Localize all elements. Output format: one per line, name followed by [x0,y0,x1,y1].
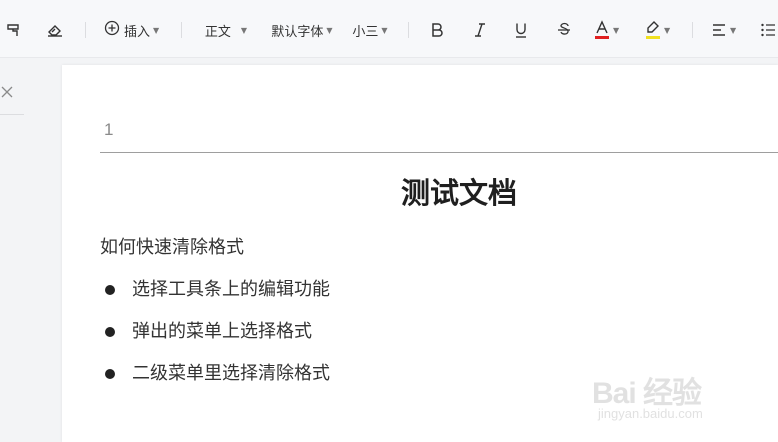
toolbar: 插入 ▼ 正文 ▼ 默认字体 ▼ 小三 ▼ ▼ ▼ ▼ [0,0,778,58]
chevron-down-icon: ▼ [153,25,160,35]
watermark-url: jingyan.baidu.com [598,406,703,421]
bullet-dot [105,369,115,379]
eraser-icon [46,22,64,38]
strikethrough-button[interactable] [553,16,575,44]
chevron-down-icon: ▼ [240,25,248,35]
panel-divider [0,114,24,115]
toolbar-separator [692,22,693,38]
highlight-button[interactable]: ▼ [645,16,679,44]
chevron-down-icon: ▼ [613,25,620,35]
paragraph-style-select[interactable]: 正文 ▼ [198,16,254,44]
toolbar-separator [181,22,182,38]
bullet-dot [105,327,115,337]
list-item-text: 二级菜单里选择清除格式 [132,363,330,384]
plus-circle-icon [104,20,120,40]
align-button[interactable]: ▼ [711,16,745,44]
underline-icon [514,22,528,38]
list-icon [760,22,776,38]
italic-button[interactable] [469,16,491,44]
document-paragraph: 如何快速清除格式 [100,237,244,258]
align-left-icon [711,22,727,38]
side-panel [0,58,24,442]
bold-icon [430,22,444,38]
underline-button[interactable] [510,16,532,44]
clear-format-button[interactable] [44,16,66,44]
page-number: 1 [104,120,114,139]
list-item-text: 弹出的菜单上选择格式 [132,321,312,342]
bullet-dot [105,285,115,295]
toolbar-separator [85,22,86,38]
toolbar-separator [408,22,409,38]
highlight-icon [645,20,661,40]
list-item-text: 选择工具条上的编辑功能 [132,279,330,300]
document-title: 测试文档 [400,176,517,210]
format-painter-icon [5,22,21,38]
font-color-icon [594,20,610,40]
font-family-label: 默认字体 [271,24,324,40]
paragraph-style-label: 正文 [204,24,231,40]
list-button[interactable] [760,16,778,44]
chevron-down-icon: ▼ [730,25,737,35]
font-size-label: 小三 [352,24,379,40]
bold-button[interactable] [426,16,448,44]
header-divider [100,152,778,153]
insert-label: 插入 [124,24,151,40]
italic-icon [473,22,487,38]
chevron-down-icon: ▼ [664,25,671,35]
font-color-button[interactable]: ▼ [594,16,628,44]
close-icon [0,84,14,103]
font-family-select[interactable]: 默认字体 ▼ [266,16,338,44]
baidu-watermark: Bai 经验 jingyan.baidu.com [592,358,742,428]
close-panel-button[interactable] [0,84,14,98]
insert-menu-button[interactable]: 插入 ▼ [104,16,166,44]
chevron-down-icon: ▼ [326,25,333,35]
chevron-down-icon: ▼ [381,25,388,35]
format-painter-button[interactable] [2,16,24,44]
editor-window: 插入 ▼ 正文 ▼ 默认字体 ▼ 小三 ▼ ▼ ▼ ▼ 1 测试文档 如何快速清… [0,0,778,442]
font-size-select[interactable]: 小三 ▼ [348,16,392,44]
strikethrough-icon [557,22,571,38]
